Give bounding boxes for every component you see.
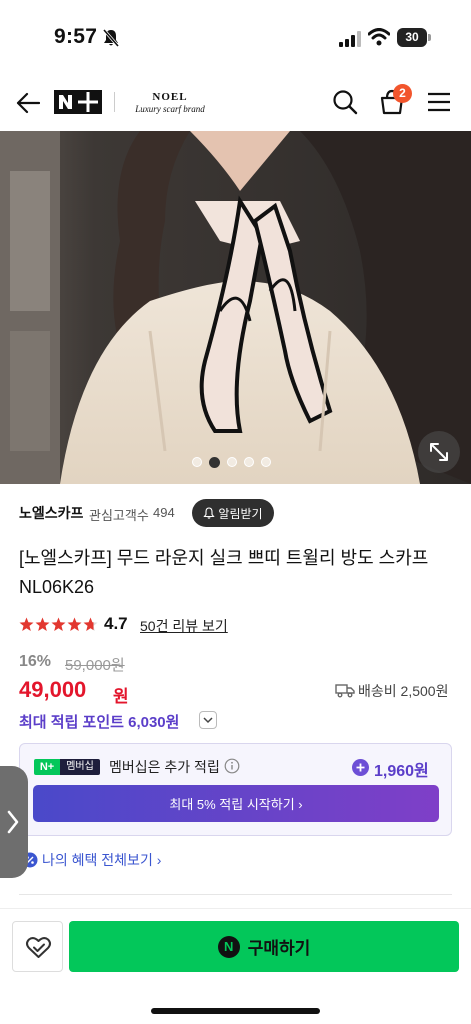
carousel-dot[interactable]: [192, 457, 202, 467]
info-icon[interactable]: [224, 758, 240, 774]
start-membership-button[interactable]: 최대 5% 적립 시작하기 ›: [33, 785, 439, 822]
battery-tip: [428, 34, 431, 41]
expand-icon: [430, 443, 448, 461]
np-badge-text: 멤버십: [60, 759, 100, 775]
rating-value: 4.7: [104, 614, 128, 633]
star-icon: [35, 617, 50, 631]
np-membership-badge: N+ 멤버십: [34, 759, 100, 775]
store-logo-name: NOEL: [152, 91, 188, 103]
status-bar: 9:57 30: [0, 0, 471, 66]
sale-price: 49,000: [19, 677, 87, 702]
star-icon: [51, 617, 66, 631]
status-time: 9:57: [54, 25, 98, 48]
star-icon: [67, 617, 82, 631]
battery-icon: 30: [397, 28, 431, 47]
my-benefits-label: 나의 혜택 전체보기 ›: [42, 852, 162, 868]
naver-n-icon: N: [217, 935, 240, 958]
bell-icon: [203, 507, 216, 519]
buy-label: 구매하기: [247, 939, 311, 958]
cart-count-badge: 2: [393, 84, 412, 103]
star-half-icon: [83, 617, 98, 631]
side-drawer-tab[interactable]: [0, 766, 28, 878]
battery-level: 30: [397, 28, 427, 47]
buy-button[interactable]: N 구매하기: [69, 921, 459, 972]
logo-divider: [114, 92, 115, 112]
section-divider: [19, 894, 452, 895]
membership-text: 멤버십은 추가 적립: [109, 759, 220, 775]
my-benefits-link[interactable]: 나의 혜택 전체보기 ›: [22, 850, 161, 870]
product-image[interactable]: [0, 131, 471, 484]
expand-image-button[interactable]: [418, 431, 460, 473]
store-logo[interactable]: NOEL Luxury scarf brand: [130, 91, 210, 117]
back-arrow-icon[interactable]: [16, 92, 40, 114]
np-badge-logo: N+: [34, 759, 60, 775]
discount-rate: 16%: [19, 653, 52, 670]
store-logo-tagline: Luxury scarf brand: [135, 104, 205, 114]
points-label: 최대 적립 포인트: [19, 714, 124, 731]
points-expand-button[interactable]: [199, 711, 217, 729]
follower-label: 관심고객수: [89, 508, 149, 523]
star-icon: [19, 617, 34, 631]
shipping-fee: 배송비 2,500원: [358, 683, 449, 699]
search-icon[interactable]: [332, 89, 358, 115]
wishlist-button[interactable]: [12, 921, 63, 972]
follower-count: 494: [153, 505, 175, 520]
naver-plus-logo[interactable]: [54, 90, 102, 114]
max-points: 최대 적립 포인트 6,030원: [19, 711, 179, 732]
sale-price-unit: 원: [113, 687, 129, 706]
membership-points: 1,960원: [374, 763, 429, 780]
bell-off-icon: [102, 29, 120, 47]
rating-stars: [19, 617, 98, 632]
truck-icon: [335, 684, 355, 698]
bottom-bar-border: [0, 908, 471, 909]
points-value: 6,030원: [128, 714, 180, 731]
chevron-down-icon: [203, 717, 213, 724]
carousel-dot[interactable]: [227, 457, 237, 467]
carousel-dot-active[interactable]: [209, 456, 220, 468]
membership-box: N+ 멤버십 멤버십은 추가 적립 1,960원 최대 5% 적립 시작하기 ›: [19, 743, 452, 836]
plus-circle-icon: [352, 759, 369, 776]
heart-check-icon: [26, 937, 51, 958]
home-indicator[interactable]: [151, 1008, 320, 1014]
product-title: [노엘스카프] 무드 라운지 실크 쁘띠 트윌리 방도 스카프 NL06K26: [19, 548, 429, 597]
notify-button[interactable]: 알림받기: [192, 499, 274, 527]
carousel-dot[interactable]: [261, 457, 271, 467]
review-link[interactable]: 50건 리뷰 보기: [140, 616, 228, 636]
carousel-dot[interactable]: [244, 457, 254, 467]
signal-icon: [339, 31, 361, 47]
original-price: 59,000원: [65, 657, 125, 674]
store-name[interactable]: 노엘스카프: [19, 503, 83, 523]
chevron-right-icon: [7, 810, 19, 834]
carousel-dots: [192, 456, 271, 468]
wifi-icon: [368, 28, 390, 46]
menu-icon[interactable]: [427, 91, 451, 113]
product-photo: [0, 131, 471, 484]
notify-label: 알림받기: [218, 506, 263, 521]
